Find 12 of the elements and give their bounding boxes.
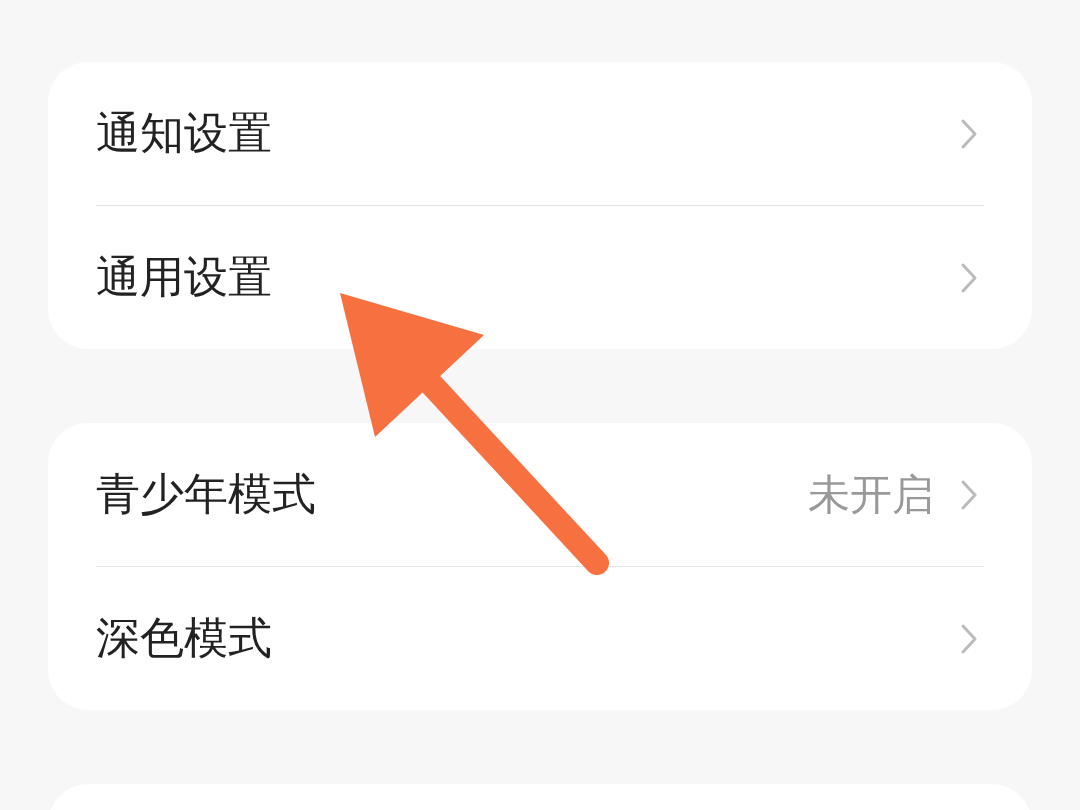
chevron-right-icon (960, 478, 978, 511)
chevron-right-icon (960, 622, 978, 655)
settings-row[interactable]: 深色模式 (96, 566, 984, 710)
row-label: 深色模式 (96, 611, 273, 665)
row-value: 未开启 (808, 468, 934, 521)
chevron-right-icon (960, 261, 978, 294)
row-label: 通知设置 (96, 106, 273, 160)
row-label: 通用设置 (96, 250, 273, 304)
settings-row[interactable]: 通知设置 (96, 62, 984, 205)
settings-row[interactable]: 青少年模式 未开启 (96, 423, 984, 566)
chevron-right-icon (960, 117, 978, 150)
row-label: 青少年模式 (96, 467, 317, 521)
